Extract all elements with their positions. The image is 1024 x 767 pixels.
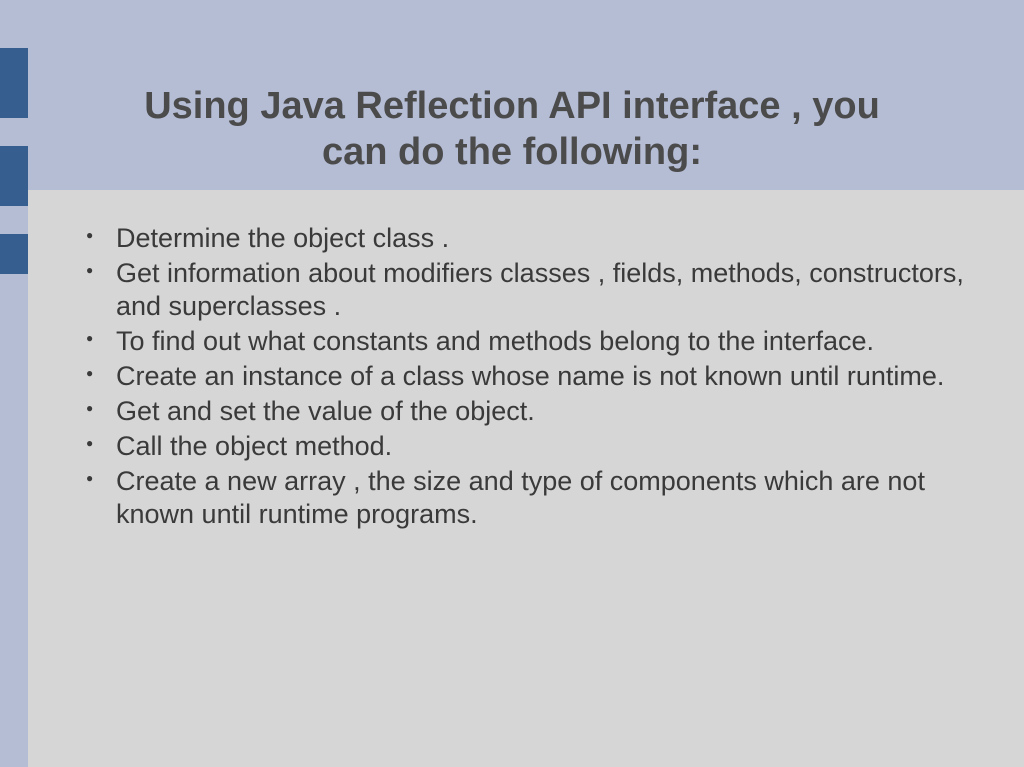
content-area: Determine the object class . Get informa… xyxy=(28,190,1024,767)
list-item: Determine the object class . xyxy=(78,222,984,255)
title-line-2: can do the following: xyxy=(322,131,702,173)
side-accent-container xyxy=(0,48,28,302)
accent-bar xyxy=(0,234,28,274)
bullet-list: Determine the object class . Get informa… xyxy=(78,222,984,530)
list-item: Create a new array , the size and type o… xyxy=(78,465,984,531)
title-line-1: Using Java Reflection API interface , yo… xyxy=(144,85,880,127)
slide-title: Using Java Reflection API interface , yo… xyxy=(0,0,1024,175)
list-item: Call the object method. xyxy=(78,430,984,463)
accent-bar xyxy=(0,146,28,206)
list-item: To find out what constants and methods b… xyxy=(78,325,984,358)
list-item: Get and set the value of the object. xyxy=(78,395,984,428)
list-item: Get information about modifiers classes … xyxy=(78,257,984,323)
accent-bar xyxy=(0,48,28,118)
list-item: Create an instance of a class whose name… xyxy=(78,360,984,393)
